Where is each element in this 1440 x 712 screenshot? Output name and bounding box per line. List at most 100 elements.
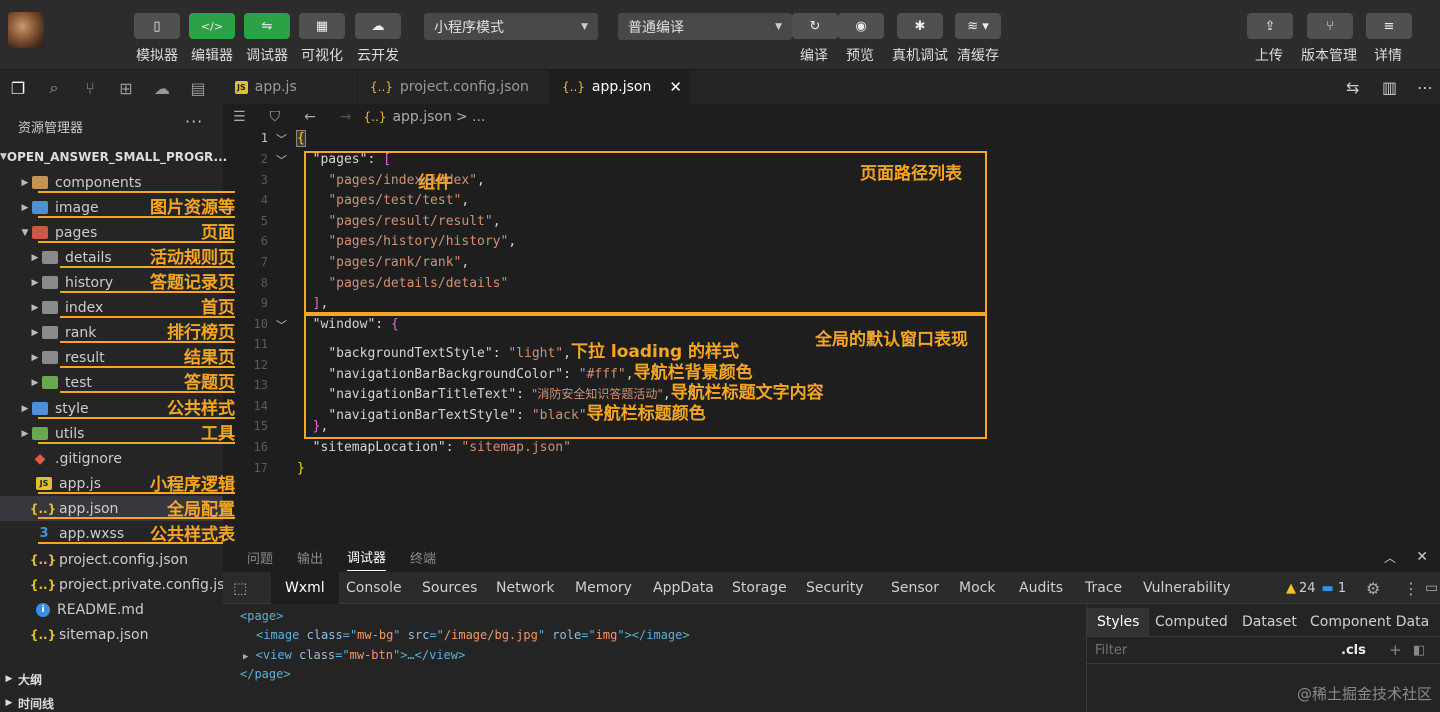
devtab-console[interactable]: Console [346,572,402,604]
devtab-mock[interactable]: Mock [959,572,995,604]
dom-node-image[interactable]: <image class="mw-bg" src="/image/bg.jpg"… [256,628,690,642]
tab-project-config[interactable]: {..} project.config.json [358,70,550,104]
devtab-security[interactable]: Security [806,572,864,604]
annotation-underline [38,191,235,193]
tree-item-sitemap[interactable]: {..} sitemap.json [0,622,223,647]
simulator-button[interactable]: ▯ [134,13,180,39]
close-icon[interactable]: ✕ [669,78,682,96]
devtab-storage[interactable]: Storage [732,572,787,604]
stab-dataset[interactable]: Dataset [1242,608,1297,636]
annotation-label: 结果页 [184,348,235,368]
upload-button[interactable]: ⇪ [1247,13,1293,39]
preview-button[interactable]: ◉ [838,13,884,39]
compare-icon[interactable]: ⇆ [1346,78,1359,97]
fold-chevron-icon[interactable]: ﹀ [276,131,287,147]
stab-component-data[interactable]: Component Data [1310,608,1429,636]
editor-button[interactable]: </> [189,13,235,39]
devtab-audits[interactable]: Audits [1019,572,1063,604]
code-line[interactable]: } [297,461,305,476]
breadcrumb: ☰ ⛉ ← → {..} app.json > ... [223,104,1440,130]
tree-item-project-private-config[interactable]: {..} project.private.config.js... [0,572,238,597]
debugger-button[interactable]: ⇋ [244,13,290,39]
layout-icon[interactable]: ▤ [180,70,216,106]
project-root[interactable]: ▼ OPEN_ANSWER_SMALL_PROGR... [0,146,227,168]
compile-select[interactable]: 普通编译 ▼ [618,13,792,40]
fold-chevron-icon[interactable]: ﹀ [276,317,287,333]
search-icon[interactable]: ⌕ [36,70,72,106]
back-arrow-icon[interactable]: ← [304,109,316,125]
bookmark-icon[interactable]: ⛉ [270,109,281,125]
cloud-button[interactable]: ☁ [355,13,401,39]
devtab-wxml[interactable]: Wxml [271,572,339,604]
avatar[interactable] [8,12,44,48]
tree-item-label: app.json [59,500,119,517]
more-vertical-icon[interactable]: ⋮ [1403,572,1419,604]
stab-computed[interactable]: Computed [1155,608,1228,636]
code-line[interactable]: "sitemapLocation": "sitemap.json" [297,440,571,455]
simulator-label: 模拟器 [136,48,178,64]
devtab-appdata[interactable]: AppData [653,572,714,604]
compile-button[interactable]: ↻ [792,13,838,39]
js-file-icon: JS [235,80,248,94]
devtab-trace[interactable]: Trace [1085,572,1122,604]
remote-debug-button[interactable]: ✱ [897,13,943,39]
tree-item-label: index [65,299,104,316]
fold-chevron-icon[interactable]: ﹀ [276,152,287,168]
tab-debugger[interactable]: 调试器 [347,547,387,571]
tree-item-project-config[interactable]: {..} project.config.json [0,547,223,572]
split-editor-icon[interactable]: ▥ [1382,78,1397,97]
devtab-memory[interactable]: Memory [575,572,632,604]
version-button[interactable]: ⑂ [1307,13,1353,39]
chevron-right-icon: ▶ [31,252,39,263]
tree-item-label: utils [55,425,85,442]
timeline-section[interactable]: ▶ 时间线 [0,692,223,712]
cloud-icon[interactable]: ☁ [144,70,180,106]
forward-arrow-icon[interactable]: → [340,109,352,125]
filter-input[interactable] [1095,642,1325,658]
dom-node-page-close[interactable]: </page> [240,667,291,681]
image-folder-icon [32,201,48,214]
clear-cache-button[interactable]: ≋ ▾ [955,13,1001,39]
warning-count[interactable]: ▲ 24 ▬ 1 [1286,572,1346,604]
mode-select[interactable]: 小程序模式 ▼ [424,13,598,40]
add-rule-icon[interactable]: + [1389,641,1402,659]
more-actions-icon[interactable]: ··· [185,112,203,131]
more-actions-icon[interactable]: ⋯ [1417,78,1433,97]
annotation-label: 公共样式 [167,399,235,419]
debugger-label: 调试器 [246,48,288,64]
phone-icon: ▯ [153,18,161,34]
toggle-sidebar-icon[interactable]: ◧ [1413,643,1425,658]
tab-problems[interactable]: 问题 [247,548,273,567]
close-icon[interactable]: ✕ [1416,549,1428,565]
tab-output[interactable]: 输出 [297,548,323,567]
dom-node-view[interactable]: ▶ <view class="mw-btn">…</view> [243,648,465,662]
visual-button[interactable]: ▦ [299,13,345,39]
files-icon[interactable]: ❐ [0,70,36,106]
breadcrumb-file[interactable]: app.json [392,109,451,125]
dom-node-page[interactable]: <page> [240,609,283,623]
gear-icon[interactable]: ⚙ [1366,572,1380,604]
code-line[interactable]: { [296,130,306,147]
extensions-icon[interactable]: ⊞ [108,70,144,106]
devtab-sources[interactable]: Sources [422,572,477,604]
chevron-up-icon[interactable]: ︿ [1384,549,1396,566]
source-control-icon[interactable]: ⑂ [72,70,108,106]
devtab-vulnerability[interactable]: Vulnerability [1143,572,1231,604]
devtab-sensor[interactable]: Sensor [891,572,939,604]
chevron-down-icon: ▼ [21,227,29,238]
list-icon[interactable]: ☰ [233,109,246,125]
stab-styles[interactable]: Styles [1087,608,1150,636]
dock-icon[interactable]: ▭ [1425,572,1438,604]
annotation-underline [60,316,235,318]
outline-section[interactable]: ▶ 大纲 [0,668,223,690]
tab-terminal[interactable]: 终端 [410,548,436,567]
tree-item-gitignore[interactable]: ◆ .gitignore [0,446,223,471]
tab-app-js[interactable]: JS app.js [223,70,358,104]
details-button[interactable]: ≡ [1366,13,1412,39]
activity-bar: ❐ ⌕ ⑂ ⊞ ☁ ▤ [0,70,223,106]
tab-app-json[interactable]: {..} app.json ✕ [550,70,690,104]
tree-item-readme[interactable]: i README.md [0,597,223,622]
devtab-network[interactable]: Network [496,572,554,604]
cls-toggle[interactable]: .cls [1341,643,1366,658]
inspect-cursor-icon[interactable]: ⬚ [233,572,247,604]
